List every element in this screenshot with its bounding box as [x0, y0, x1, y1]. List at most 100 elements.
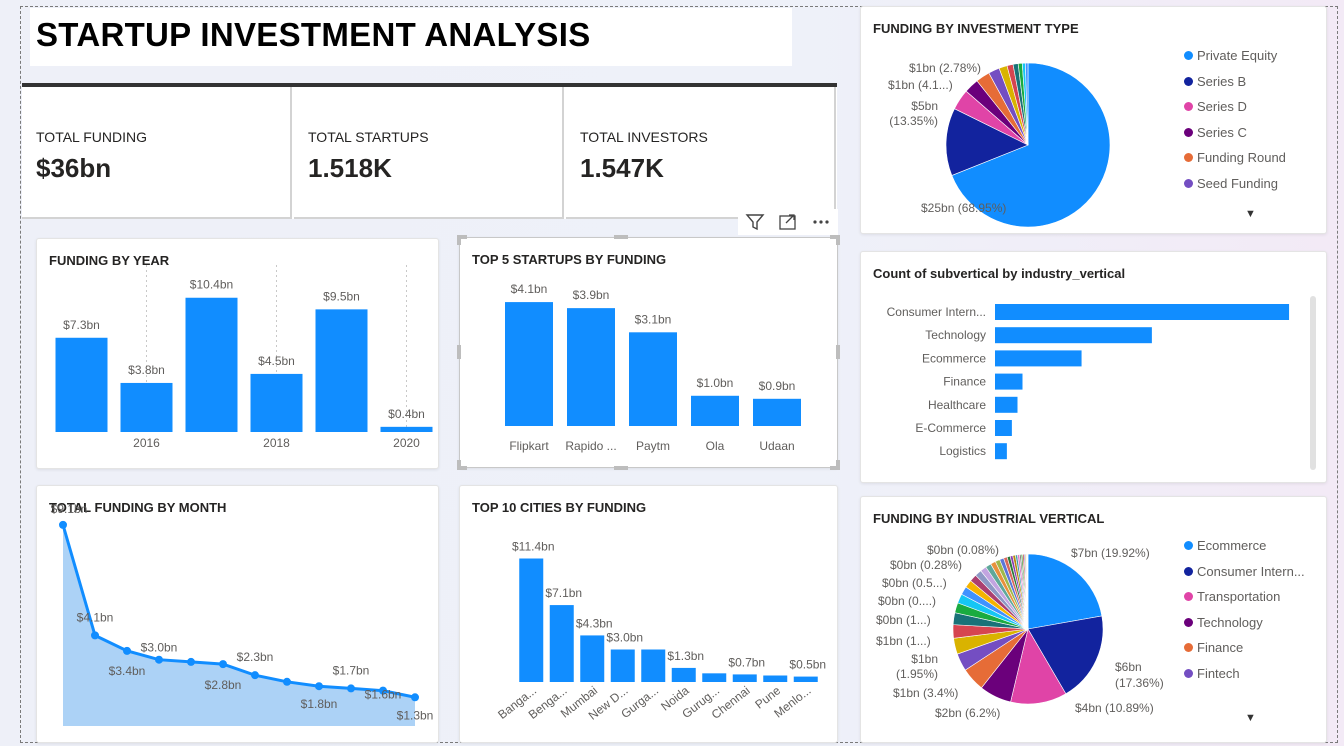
bar — [580, 635, 605, 682]
resize-handle[interactable] — [836, 345, 840, 359]
visual-toolbar — [738, 209, 838, 235]
kpi-label: TOTAL STARTUPS — [308, 129, 429, 145]
legend-label: Consumer Intern... — [1197, 563, 1305, 579]
legend-label: Finance — [1197, 640, 1244, 656]
slice-label: $0bn (1...) — [876, 613, 931, 627]
data-label: $7.1bn — [545, 586, 582, 600]
data-label: $7.3bn — [63, 318, 100, 332]
kpi-total-investors[interactable]: TOTAL INVESTORS 1.547K — [566, 87, 836, 219]
legend-item[interactable]: Funding Round — [1184, 145, 1286, 171]
kpi-value: 1.518K — [308, 153, 392, 183]
bar — [995, 373, 1023, 390]
legend-item[interactable]: Technology — [1184, 610, 1305, 636]
legend-dot — [1184, 178, 1193, 188]
data-label: $4.5bn — [258, 354, 295, 368]
slice-label: $1bn (3.4%) — [893, 686, 958, 700]
data-label: $0.5bn — [789, 658, 826, 672]
data-label: $1.7bn — [333, 663, 370, 677]
data-label: $2.8bn — [205, 678, 242, 692]
data-point — [219, 660, 227, 669]
card-funding-by-year[interactable]: FUNDING BY YEAR $7.3bn $3.8bn 2016 $10.4bn $… — [36, 238, 439, 469]
legend-item[interactable]: Private Equity — [1184, 43, 1286, 69]
category-label: Consumer Intern... — [887, 305, 986, 319]
legend-label: Seed Funding — [1197, 175, 1278, 191]
legend-investment-type: Private Equity Series B Series D Series … — [1184, 43, 1286, 196]
legend-dot — [1184, 643, 1193, 653]
tick-label: Flipkart — [509, 439, 549, 453]
legend-item[interactable]: Series D — [1184, 94, 1286, 120]
data-label: $3.8bn — [128, 363, 165, 377]
legend-label: Series C — [1197, 124, 1247, 140]
category-label: Ecommerce — [922, 351, 986, 365]
card-funding-by-month[interactable]: TOTAL FUNDING BY MONTH $9.1bn $4.1bn $3.4b… — [36, 485, 439, 743]
data-point — [59, 520, 67, 529]
bar — [793, 676, 818, 682]
kpi-total-funding[interactable]: TOTAL FUNDING $36bn — [22, 87, 292, 219]
card-subvertical-by-industry[interactable]: Count of subvertical by industry_vertica… — [860, 251, 1327, 483]
slice-label: $2bn (6.2%) — [935, 706, 1000, 720]
resize-handle[interactable] — [457, 345, 461, 359]
legend-item[interactable]: Transportation — [1184, 584, 1305, 610]
resize-handle[interactable] — [836, 235, 840, 245]
data-point — [187, 657, 195, 666]
data-label: $4.1bn — [77, 610, 114, 624]
bar — [185, 297, 238, 432]
data-point — [123, 646, 131, 655]
legend-item[interactable]: Series B — [1184, 69, 1286, 95]
bar — [995, 420, 1012, 436]
card-top5-startups[interactable]: TOP 5 STARTUPS BY FUNDING $4.1bn Flipkart… — [459, 237, 838, 468]
legend-dot — [1184, 102, 1193, 112]
slice-label: $7bn (19.92%) — [1071, 546, 1150, 560]
legend-scroll-down-icon[interactable]: ▼ — [1245, 208, 1256, 220]
data-point — [411, 693, 419, 702]
data-label: $0.4bn — [388, 407, 425, 421]
bar — [610, 649, 635, 682]
kpi-label: TOTAL FUNDING — [36, 129, 147, 145]
legend-item[interactable]: Consumer Intern... — [1184, 559, 1305, 585]
data-label: $9.1bn — [51, 502, 88, 516]
legend-item[interactable]: Fintech — [1184, 661, 1305, 687]
resize-handle[interactable] — [614, 466, 628, 470]
legend-label: Ecommerce — [1197, 538, 1267, 554]
legend-item[interactable]: Ecommerce — [1184, 533, 1305, 559]
bar — [55, 337, 108, 432]
funding-by-year-chart: $7.3bn $3.8bn 2016 $10.4bn $4.5bn 2018 $9.5bn $… — [55, 265, 433, 450]
category-label: E-Commerce — [915, 421, 986, 435]
card-funding-by-industrial-vertical[interactable]: FUNDING BY INDUSTRIAL VERTICAL $7bn (19.… — [860, 496, 1327, 743]
kpi-band: TOTAL FUNDING $36bn TOTAL STARTUPS 1.518… — [22, 83, 837, 219]
slice-label: $25bn (68.95%) — [921, 201, 1006, 215]
slice-label: $0bn (0....) — [878, 594, 936, 608]
slice-label: $0bn (0.28%) — [890, 558, 962, 572]
data-label: $10.4bn — [190, 278, 233, 292]
legend-item[interactable]: Series C — [1184, 120, 1286, 146]
area-fill — [63, 524, 415, 726]
more-options-icon[interactable] — [810, 212, 832, 232]
legend-item[interactable]: Finance — [1184, 635, 1305, 661]
bar — [702, 673, 727, 682]
resize-handle[interactable] — [836, 460, 840, 470]
focus-mode-icon[interactable] — [777, 212, 799, 232]
card-funding-by-investment-type[interactable]: FUNDING BY INVESTMENT TYPE $1bn (2.78%) $… — [860, 6, 1327, 234]
data-label: $3.9bn — [573, 288, 610, 302]
kpi-total-startups[interactable]: TOTAL STARTUPS 1.518K — [294, 87, 564, 219]
tick-label: 2020 — [393, 436, 420, 450]
bar — [380, 426, 433, 432]
legend-label: Series D — [1197, 99, 1247, 115]
bar — [641, 649, 666, 682]
slice-label: $1bn (1...) — [876, 634, 931, 648]
slice-label: $6bn — [1115, 660, 1142, 674]
resize-handle[interactable] — [614, 235, 628, 239]
slice-label: (1.95%) — [896, 667, 938, 681]
scrollbar[interactable] — [1310, 296, 1316, 470]
legend-item[interactable]: Seed Funding — [1184, 171, 1286, 197]
bar — [120, 382, 173, 432]
data-point — [91, 631, 99, 640]
legend-scroll-down-icon[interactable]: ▼ — [1245, 712, 1256, 724]
legend-label: Series B — [1197, 73, 1247, 89]
slice-label: $1bn (2.78%) — [909, 61, 981, 75]
resize-handle[interactable] — [457, 235, 461, 245]
legend-dot — [1184, 668, 1193, 678]
filter-icon[interactable] — [744, 212, 766, 232]
card-top10-cities[interactable]: TOP 10 CITIES BY FUNDING $11.4bn Banga...… — [459, 485, 838, 743]
resize-handle[interactable] — [457, 460, 461, 470]
